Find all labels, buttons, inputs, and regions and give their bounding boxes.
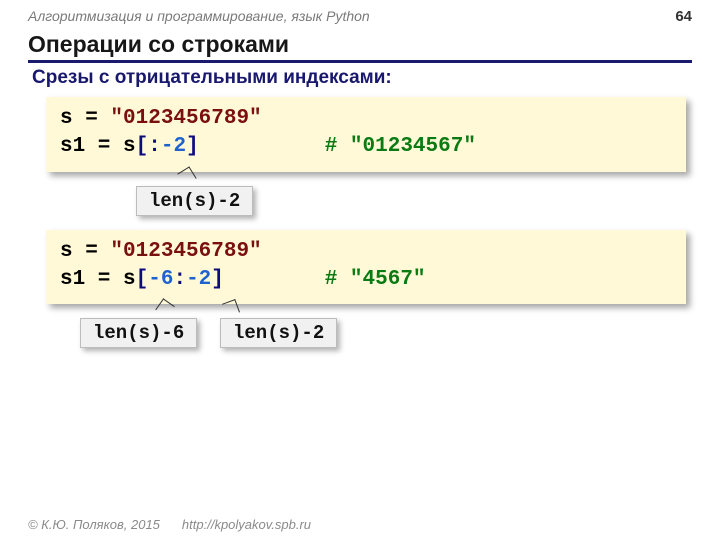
code-colon: : <box>148 135 161 158</box>
code-pad <box>224 268 325 291</box>
code-bracket: [ <box>136 135 149 158</box>
annotation-len-s-minus-2: len(s)-2 <box>136 186 253 216</box>
copyright: © К.Ю. Поляков, 2015 <box>28 517 160 532</box>
code-colon: : <box>173 268 186 291</box>
annotation-row-2: len(s)-6 len(s)-2 <box>28 304 692 358</box>
code-comment: # "4567" <box>325 268 426 291</box>
code-block-2: s = "0123456789" s1 = s[-6:-2] # "4567" <box>46 230 686 305</box>
code-line: s = "0123456789" <box>60 238 672 266</box>
annotation-len-s-minus-2: len(s)-2 <box>220 318 337 348</box>
slide: Алгоритмизация и программирование, язык … <box>0 0 720 540</box>
code-bracket: [ <box>136 268 149 291</box>
code-comment: # "01234567" <box>325 135 476 158</box>
code-string: "0123456789" <box>110 107 261 130</box>
code-pad <box>199 135 325 158</box>
annotation-len-s-minus-6: len(s)-6 <box>80 318 197 348</box>
slide-footer: © К.Ю. Поляков, 2015 http://kpolyakov.sp… <box>28 517 692 532</box>
code-bracket: ] <box>211 268 224 291</box>
annotation-row-1: len(s)-2 <box>28 172 692 226</box>
code-line: s1 = s[:-2] # "01234567" <box>60 133 672 161</box>
slide-subtitle: Срезы с отрицательными индексами: <box>32 67 688 89</box>
code-negindex: -2 <box>161 135 186 158</box>
code-string: "0123456789" <box>110 240 261 263</box>
code-line: s = "0123456789" <box>60 105 672 133</box>
code-line: s1 = s[-6:-2] # "4567" <box>60 266 672 294</box>
footer-url: http://kpolyakov.spb.ru <box>182 517 311 532</box>
code-var: s1 = s <box>60 135 136 158</box>
code-bracket: ] <box>186 135 199 158</box>
code-negindex: -6 <box>148 268 173 291</box>
code-var: s = <box>60 240 110 263</box>
slide-title: Операции со строками <box>28 31 692 63</box>
code-block-1: s = "0123456789" s1 = s[:-2] # "01234567… <box>46 97 686 172</box>
code-negindex: -2 <box>186 268 211 291</box>
code-var: s = <box>60 107 110 130</box>
code-var: s1 = s <box>60 268 136 291</box>
slide-header: Алгоритмизация и программирование, язык … <box>28 8 692 25</box>
course-name: Алгоритмизация и программирование, язык … <box>28 8 370 24</box>
page-number: 64 <box>675 8 692 25</box>
